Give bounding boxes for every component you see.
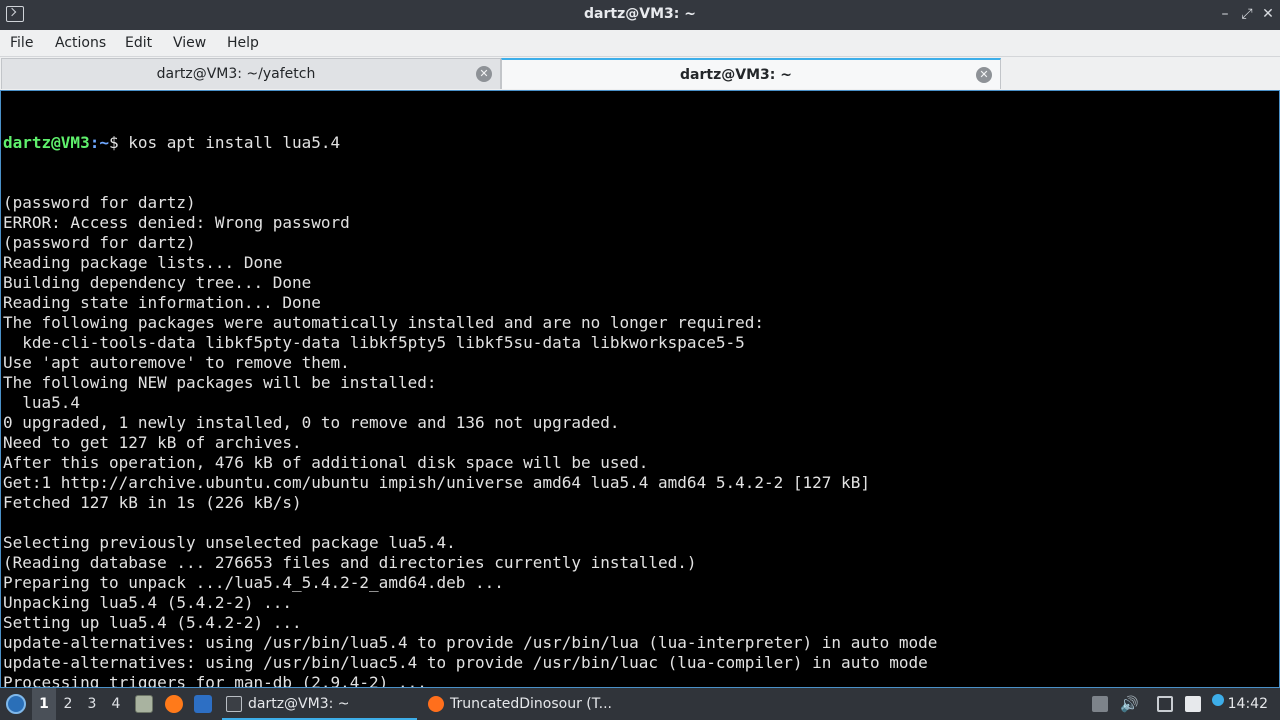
output-line: kde-cli-tools-data libkf5pty-data libkf5… [3, 333, 745, 352]
output-line: Preparing to unpack .../lua5.4_5.4.2-2_a… [3, 573, 504, 592]
output-line: Reading state information... Done [3, 293, 321, 312]
clock[interactable]: 14:42 [1228, 688, 1268, 720]
output-lines: (password for dartz) ERROR: Access denied… [3, 193, 1277, 688]
task-terminal[interactable]: dartz@VM3: ~ [222, 688, 417, 720]
tab-label: dartz@VM3: ~/yafetch [156, 66, 316, 82]
menu-view[interactable]: View [173, 35, 206, 51]
output-line: Unpacking lua5.4 (5.4.2-2) ... [3, 593, 292, 612]
terminal-output[interactable]: dartz@VM3:~$ kos apt install lua5.4 (pas… [0, 90, 1280, 688]
output-line: (Reading database ... 276653 files and d… [3, 553, 697, 572]
output-line: Selecting previously unselected package … [3, 533, 456, 552]
file-manager-icon[interactable] [135, 695, 153, 713]
clipboard-icon[interactable] [1185, 696, 1201, 712]
minimize-icon[interactable]: – [1217, 6, 1233, 22]
window-titlebar[interactable]: dartz@VM3: ~ – ⤢ ✕ [0, 0, 1280, 30]
output-line: The following NEW packages will be insta… [3, 373, 437, 392]
output-line: Building dependency tree... Done [3, 273, 312, 292]
start-menu-icon[interactable] [6, 694, 26, 714]
task-firefox[interactable]: TruncatedDinosour (T... [424, 688, 619, 720]
output-line: (password for dartz) [3, 193, 196, 212]
firefox-launcher-icon[interactable] [165, 695, 183, 713]
output-line: lua5.4 [3, 393, 81, 412]
output-line: After this operation, 476 kB of addition… [3, 453, 649, 472]
output-line: Setting up lua5.4 (5.4.2-2) ... [3, 613, 302, 632]
menu-file[interactable]: File [10, 35, 33, 51]
prompt-symbol: $ [108, 133, 129, 152]
tab-home[interactable]: dartz@VM3: ~ ✕ [501, 58, 1001, 89]
output-line: Processing triggers for man-db (2.9.4-2)… [3, 673, 427, 688]
tab-yafetch[interactable]: dartz@VM3: ~/yafetch ✕ [1, 58, 501, 89]
workspace-1[interactable]: 1 [32, 688, 56, 720]
close-icon[interactable]: ✕ [1260, 6, 1276, 22]
menu-bar: File Actions Edit View Help [0, 30, 1280, 57]
output-line: Get:1 http://archive.ubuntu.com/ubuntu i… [3, 473, 870, 492]
tab-close-icon[interactable]: ✕ [476, 66, 492, 82]
output-line: update-alternatives: using /usr/bin/lua5… [3, 633, 938, 652]
taskbar: 1 2 3 4 dartz@VM3: ~ TruncatedDinosour (… [0, 688, 1280, 720]
workspace-4[interactable]: 4 [104, 688, 128, 720]
prompt-user: dartz@VM3 [3, 133, 90, 152]
tab-close-icon[interactable]: ✕ [976, 67, 992, 83]
firefox-icon [428, 696, 444, 712]
workspace-3[interactable]: 3 [80, 688, 104, 720]
command-text: kos apt install lua5.4 [128, 133, 341, 152]
output-line: The following packages were automaticall… [3, 313, 764, 332]
window-title: dartz@VM3: ~ [584, 6, 696, 22]
menu-actions[interactable]: Actions [55, 35, 106, 51]
task-label: TruncatedDinosour (T... [450, 696, 613, 712]
show-desktop-icon[interactable] [194, 695, 212, 713]
tray-expand-icon[interactable] [1092, 696, 1108, 712]
output-line: Need to get 127 kB of archives. [3, 433, 302, 452]
prompt-path: :~ [89, 133, 109, 152]
output-line: update-alternatives: using /usr/bin/luac… [3, 653, 928, 672]
tab-label: dartz@VM3: ~ [680, 67, 792, 83]
restore-icon[interactable]: ⤢ [1239, 6, 1255, 22]
output-line: Fetched 127 kB in 1s (226 kB/s) [3, 493, 302, 512]
task-label: dartz@VM3: ~ [248, 696, 350, 712]
tab-bar: dartz@VM3: ~/yafetch ✕ dartz@VM3: ~ ✕ [0, 57, 1280, 90]
display-icon[interactable] [1157, 696, 1173, 712]
terminal-icon [226, 696, 242, 712]
output-line: Reading package lists... Done [3, 253, 283, 272]
output-line: 0 upgraded, 1 newly installed, 0 to remo… [3, 413, 620, 432]
command-line: dartz@VM3:~$ kos apt install lua5.4 [3, 133, 1277, 153]
menu-edit[interactable]: Edit [125, 35, 152, 51]
menu-help[interactable]: Help [227, 35, 259, 51]
output-line: ERROR: Access denied: Wrong password [3, 213, 350, 232]
output-line: Use 'apt autoremove' to remove them. [3, 353, 350, 372]
notification-icon[interactable] [1212, 694, 1224, 706]
output-line: (password for dartz) [3, 233, 196, 252]
volume-icon[interactable]: 🔊 [1120, 696, 1139, 712]
workspace-2[interactable]: 2 [56, 688, 80, 720]
